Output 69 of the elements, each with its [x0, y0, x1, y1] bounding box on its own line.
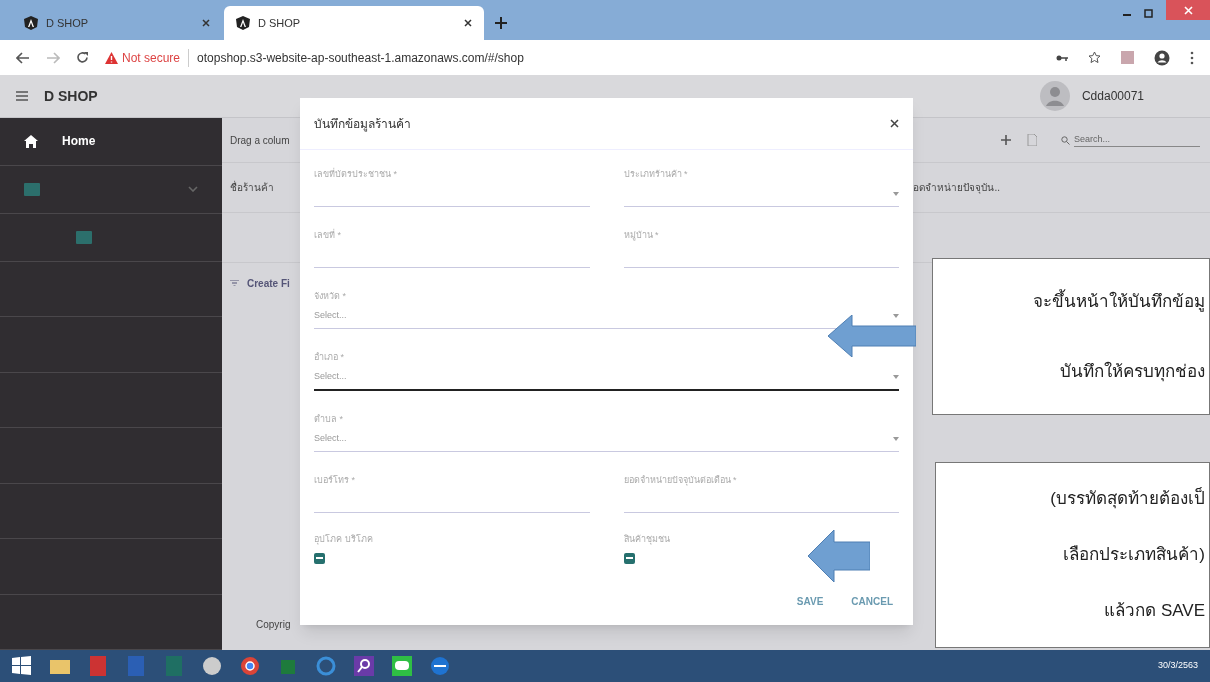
create-filter-link[interactable]: Create Fi: [247, 275, 290, 291]
callout-text: จะขึ้นหน้าให้บันทึกข้อมู: [1033, 289, 1205, 315]
callout-text: เลือกประเภทสินค้า): [1063, 544, 1205, 567]
copyright-text: Copyrig: [256, 618, 291, 632]
home-icon: [24, 134, 38, 148]
input-field[interactable]: เลขที่บัตรประชาชน *: [314, 168, 590, 207]
avatar-icon: [1039, 81, 1070, 111]
disc-icon[interactable]: [202, 656, 222, 676]
input-field[interactable]: อำเภอ * Select...: [314, 351, 899, 391]
search-field[interactable]: Search...: [1074, 132, 1200, 148]
key-icon[interactable]: [1056, 53, 1068, 62]
close-icon: [1183, 5, 1193, 15]
app-title: D SHOP: [44, 86, 98, 106]
checkbox[interactable]: [314, 552, 325, 564]
url-field[interactable]: otopshop.s3-website-ap-southeast-1.amazonaws.com/#/shop: [188, 48, 524, 67]
folder-icon: [76, 230, 92, 244]
chevron-icon: [188, 186, 198, 193]
plus-icon[interactable]: [494, 16, 508, 30]
column-header: อดจำหน่ายปัจจุบัน..: [913, 181, 1000, 195]
sidebar-label: Home: [62, 133, 96, 151]
input-field[interactable]: ประเภทร้านค้า *: [623, 168, 899, 207]
search-icon: [1061, 135, 1070, 145]
warning-icon: [105, 51, 118, 64]
menu-icon[interactable]: [16, 91, 28, 101]
callout-text: (บรรทัดสุดท้ายต้องเป็: [1050, 486, 1205, 511]
browser-icon[interactable]: [240, 656, 260, 676]
close-icon[interactable]: [464, 19, 472, 27]
arrow-drawing: [808, 530, 870, 582]
dropdown-caret-icon: [893, 192, 899, 196]
user-name: Cdda00071: [1081, 88, 1144, 105]
input-field[interactable]: เลขที่ *: [314, 229, 590, 268]
checkbox[interactable]: [623, 552, 635, 564]
star-icon[interactable]: [1088, 51, 1101, 64]
dropdown-caret-icon: [893, 375, 899, 379]
restore-icon[interactable]: [1144, 8, 1154, 18]
taskbar-clock: 30/3/2563: [1157, 659, 1198, 673]
account-icon[interactable]: [1154, 49, 1170, 66]
shield-logo-icon: [24, 16, 38, 30]
dialog-title: บันทึกข้อมูลร้านค้า: [314, 115, 411, 133]
dropdown-caret-icon: [893, 437, 899, 441]
tab-title: D SHOP: [46, 15, 90, 31]
close-icon[interactable]: [890, 119, 899, 128]
folder-icon: [24, 182, 40, 196]
browser-tab[interactable]: D SHOP: [224, 6, 484, 40]
shield-logo-icon: [236, 16, 250, 30]
dialog-button[interactable]: CANCEL: [847, 590, 897, 613]
callout-text: แล้วกด SAVE: [1104, 600, 1205, 623]
group-hint: Drag a colum: [230, 133, 290, 148]
input-field[interactable]: ยอดจำหน่ายปัจจุบันต่อเดือน *: [623, 474, 899, 513]
plus-icon[interactable]: [1001, 135, 1011, 145]
tab-title: D SHOP: [258, 15, 302, 31]
close-icon[interactable]: [202, 19, 210, 27]
column-header: ชื่อร้านค้า: [230, 180, 274, 195]
security-label: Not secure: [122, 49, 181, 67]
checkbox-label: อุปโภค บริโภค: [314, 533, 374, 547]
input-field[interactable]: เบอร์โทร *: [314, 474, 590, 513]
callout-text: บันทึกให้ครบทุกช่อง: [1060, 360, 1205, 384]
windows-logo-icon[interactable]: [12, 656, 32, 676]
reload-icon[interactable]: [76, 51, 89, 64]
back-icon[interactable]: [16, 51, 30, 64]
sidebar-item[interactable]: Home: [0, 118, 222, 166]
input-field[interactable]: หมู่บ้าน *: [623, 229, 899, 268]
dialog-button[interactable]: SAVE: [792, 590, 828, 613]
more-icon[interactable]: [1190, 50, 1194, 65]
dropdown-caret-icon: [893, 314, 899, 318]
input-field[interactable]: ตำบล * Select...: [314, 413, 899, 452]
checkbox-label: สินค้าชุมชน: [623, 533, 671, 547]
filter-icon: [230, 280, 239, 286]
search-icon[interactable]: [354, 656, 374, 676]
